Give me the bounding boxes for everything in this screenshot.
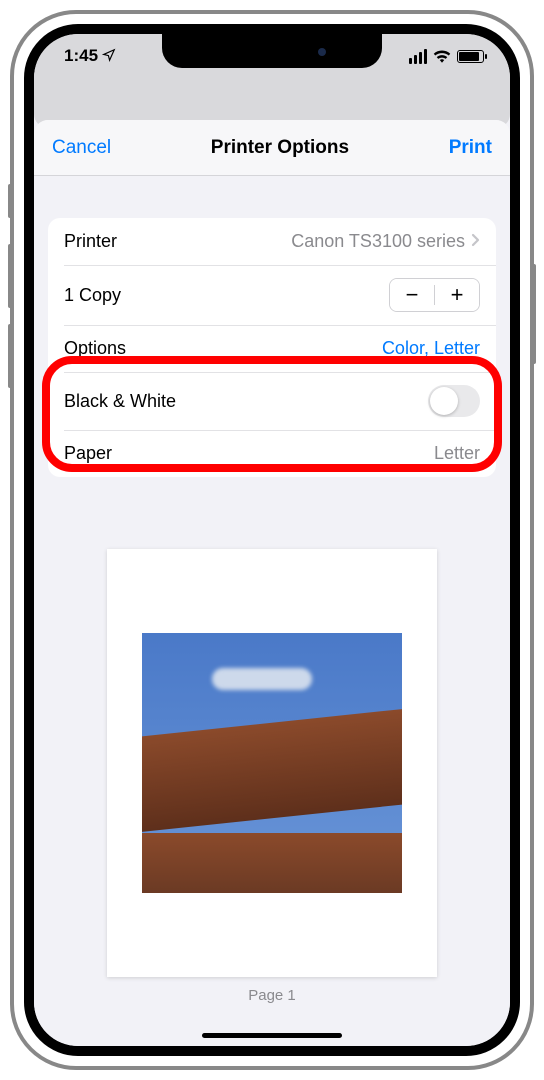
settings-group: Printer Canon TS3100 series 1 Copy − — [48, 218, 496, 477]
print-button[interactable]: Print — [449, 137, 492, 159]
printer-row[interactable]: Printer Canon TS3100 series — [48, 218, 496, 265]
printer-value: Canon TS3100 series — [291, 231, 465, 252]
page-title: Printer Options — [211, 137, 349, 159]
page-label: Page 1 — [248, 987, 296, 1004]
notch — [162, 34, 382, 68]
status-time: 1:45 — [64, 46, 98, 66]
paper-label: Paper — [64, 443, 112, 464]
preview-area: Page 1 — [48, 549, 496, 1004]
copies-stepper: − + — [389, 278, 480, 312]
home-indicator[interactable] — [202, 1033, 342, 1038]
chevron-right-icon — [471, 231, 480, 252]
bw-toggle[interactable] — [428, 385, 480, 417]
battery-icon — [457, 50, 484, 63]
wifi-icon — [433, 49, 451, 63]
volume-up — [8, 244, 12, 308]
copies-row: 1 Copy − + — [48, 265, 496, 325]
preview-image — [142, 633, 402, 893]
paper-value: Letter — [434, 443, 480, 464]
content-area: Printer Canon TS3100 series 1 Copy − — [34, 176, 510, 1004]
cellular-icon — [409, 49, 427, 64]
volume-down — [8, 324, 12, 388]
bw-label: Black & White — [64, 391, 176, 412]
copies-label: 1 Copy — [64, 285, 121, 306]
printer-label: Printer — [64, 231, 117, 252]
stepper-plus-button[interactable]: + — [435, 279, 479, 311]
cancel-button[interactable]: Cancel — [52, 137, 111, 159]
nav-bar: Cancel Printer Options Print — [34, 120, 510, 176]
options-row[interactable]: Options Color, Letter — [48, 325, 496, 372]
paper-row[interactable]: Paper Letter — [48, 430, 496, 477]
stepper-minus-button[interactable]: − — [390, 279, 434, 311]
mute-switch — [8, 184, 12, 218]
options-label: Options — [64, 338, 126, 359]
screen: 1:45 Cancel Printer Options Print — [24, 24, 520, 1056]
location-icon — [102, 48, 116, 65]
print-sheet: Cancel Printer Options Print Printer Can… — [34, 120, 510, 1046]
preview-page[interactable] — [107, 549, 437, 977]
power-button — [532, 264, 536, 364]
options-value: Color, Letter — [382, 338, 480, 359]
toggle-knob — [430, 387, 458, 415]
device-frame: 1:45 Cancel Printer Options Print — [10, 10, 534, 1070]
black-white-row: Black & White — [48, 372, 496, 430]
